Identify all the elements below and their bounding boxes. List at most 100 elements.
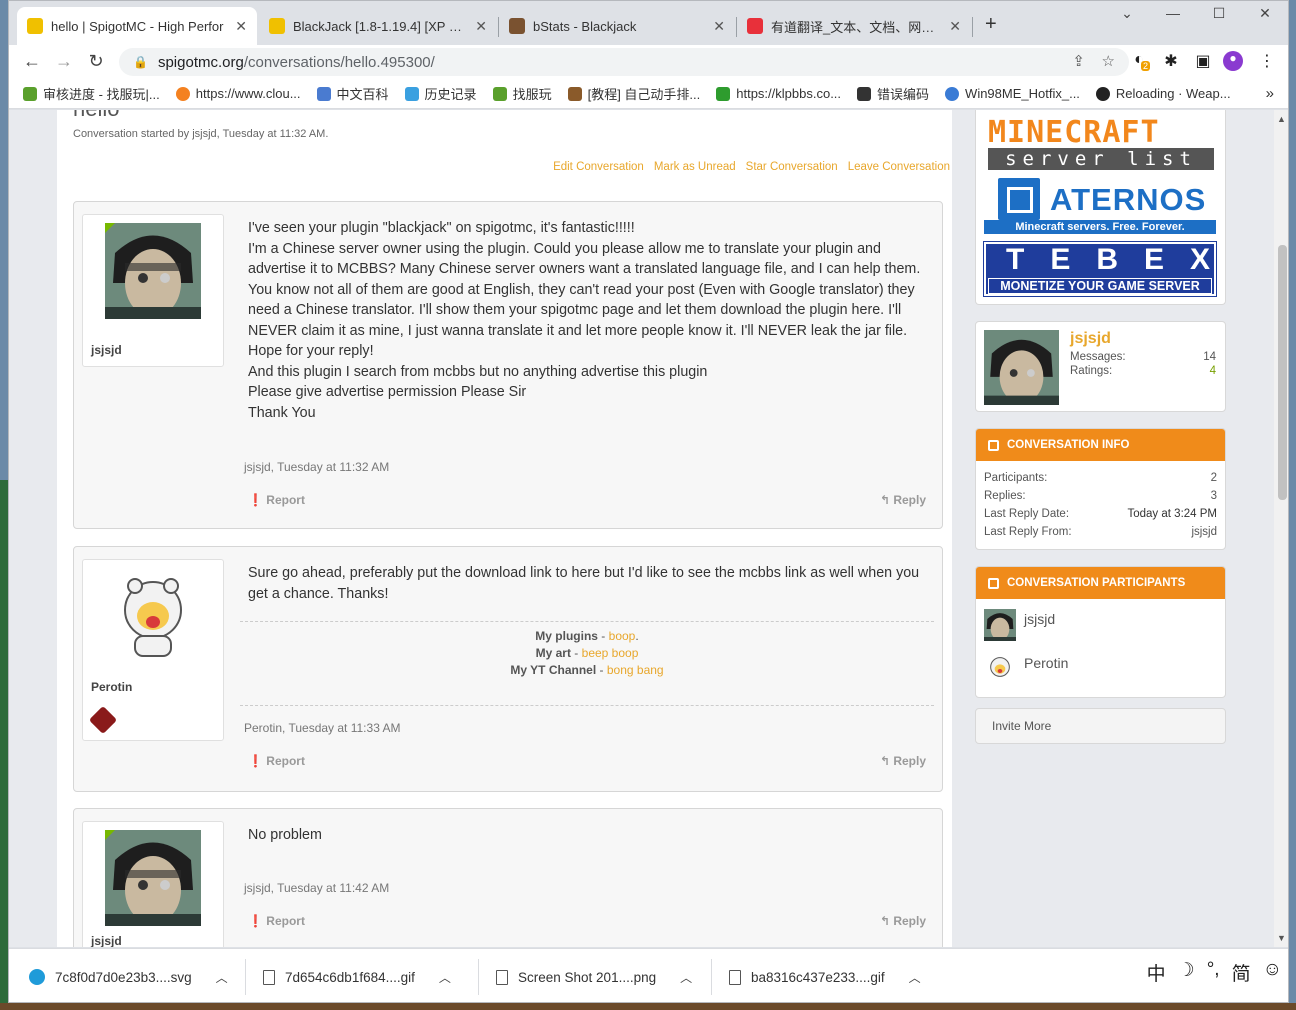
new-tab-button[interactable]: + xyxy=(985,13,997,36)
tab-search-icon[interactable]: ⌄ xyxy=(1107,5,1147,22)
reload-icon[interactable]: ↻ xyxy=(85,51,107,72)
tab-blackjack[interactable]: BlackJack [1.8-1.19.4] [XP Supp ✕ xyxy=(259,7,497,45)
participant-name[interactable]: jsjsjd xyxy=(1024,611,1055,627)
avatar[interactable] xyxy=(984,330,1059,405)
close-tab-icon[interactable]: ✕ xyxy=(475,18,487,35)
participant-item[interactable]: jsjsjd xyxy=(976,605,1225,645)
scrollbar-thumb[interactable] xyxy=(1278,245,1287,500)
reply-button[interactable]: ↰ Reply xyxy=(880,754,926,768)
report-button[interactable]: ❗ Report xyxy=(248,754,305,768)
menu-kebab-icon[interactable]: ⋮ xyxy=(1257,51,1277,71)
tab-youdao[interactable]: 有道翻译_文本、文档、网页、在 ✕ xyxy=(737,7,971,45)
bookmark-item[interactable]: 找服玩 xyxy=(492,84,552,103)
chevron-up-icon[interactable]: ︿ xyxy=(216,969,228,986)
edit-conversation-link[interactable]: Edit Conversation xyxy=(553,161,644,173)
message-date[interactable]: jsjsjd, Tuesday at 11:32 AM xyxy=(244,460,389,474)
profile-username[interactable]: jsjsjd xyxy=(1070,330,1111,348)
page-title: hello xyxy=(73,110,119,122)
minecraft-server-list-ad[interactable]: MINECRAFT xyxy=(988,118,1160,148)
warning-icon: ❗ xyxy=(248,493,263,507)
message-date[interactable]: Perotin, Tuesday at 11:33 AM xyxy=(244,721,401,735)
message-username[interactable]: jsjsjd xyxy=(91,934,122,947)
message-username[interactable]: jsjsjd xyxy=(91,343,122,357)
mark-unread-link[interactable]: Mark as Unread xyxy=(654,161,736,173)
info-value[interactable]: jsjsjd xyxy=(1191,523,1217,541)
download-item[interactable]: 7d654c6db1f684....gif ︿ xyxy=(263,949,451,1002)
extension-icon[interactable]: ◐ 2 xyxy=(1129,51,1151,71)
message-username[interactable]: Perotin xyxy=(91,680,132,694)
bookmark-item[interactable]: Reloading · Weap... xyxy=(1095,86,1231,101)
chevron-up-icon[interactable]: ︿ xyxy=(909,969,921,986)
reply-button[interactable]: ↰ Reply xyxy=(880,914,926,928)
cube-icon xyxy=(316,86,331,101)
server-list-banner[interactable]: server list xyxy=(988,148,1214,170)
signature-link[interactable]: beep boop xyxy=(582,646,639,660)
info-row: Last Reply Date: Today at 3:24 PM xyxy=(976,505,1225,523)
signature-link[interactable]: boop xyxy=(609,629,636,643)
bookmark-item[interactable]: https://www.clou... xyxy=(175,86,301,101)
close-tab-icon[interactable]: ✕ xyxy=(235,18,247,35)
minimize-button[interactable]: — xyxy=(1153,5,1193,21)
stat-value[interactable]: 14 xyxy=(1203,350,1216,364)
report-button[interactable]: ❗ Report xyxy=(248,914,305,928)
bookmark-item[interactable]: 中文百科 xyxy=(316,84,389,103)
report-button[interactable]: ❗ Report xyxy=(248,493,305,507)
ime-simplified-button[interactable]: 简 xyxy=(1232,959,1251,986)
message-line: Thank You xyxy=(248,404,316,421)
message-line: I'm a Chinese server owner using the plu… xyxy=(248,240,921,339)
participant-name[interactable]: Perotin xyxy=(1024,655,1068,671)
avatar[interactable] xyxy=(105,223,201,319)
moon-icon[interactable]: ☽ xyxy=(1178,959,1195,986)
bookmark-item[interactable]: 错误编码 xyxy=(857,84,929,103)
reply-button[interactable]: ↰ Reply xyxy=(880,493,926,507)
message-date[interactable]: jsjsjd, Tuesday at 11:42 AM xyxy=(244,881,389,895)
bookmark-item[interactable]: 审核进度 - 找服玩|... xyxy=(23,84,160,103)
bookmark-item[interactable]: Win98ME_Hotfix_... xyxy=(945,86,1080,101)
download-item[interactable]: 7c8f0d7d0e23b3....svg ︿ xyxy=(29,949,228,1002)
star-conversation-link[interactable]: Star Conversation xyxy=(746,161,838,173)
download-item[interactable]: Screen Shot 201....png ︿ xyxy=(496,949,692,1002)
back-icon[interactable]: ← xyxy=(21,51,43,72)
signature-line: My art - beep boop xyxy=(240,645,934,662)
stat-value[interactable]: 4 xyxy=(1210,364,1216,378)
signature-link[interactable]: bong bang xyxy=(607,663,664,677)
emoji-icon[interactable]: ☺ xyxy=(1263,959,1282,986)
bookmark-star-icon[interactable]: ☆ xyxy=(1102,52,1115,70)
leave-conversation-link[interactable]: Leave Conversation xyxy=(848,161,950,173)
chevron-up-icon[interactable]: ︿ xyxy=(439,969,451,986)
close-window-button[interactable]: ✕ xyxy=(1245,5,1285,22)
tab-bstats[interactable]: bStats - Blackjack ✕ xyxy=(499,7,735,45)
bookmarks-overflow-button[interactable]: » xyxy=(1266,85,1274,102)
sidebar-ads: MINECRAFT server list ATERNOS Minecraft … xyxy=(975,110,1226,305)
conversation-info-block: CONVERSATION INFO Participants: 2 Replies… xyxy=(975,428,1226,550)
side-panel-icon[interactable]: ▣ xyxy=(1193,51,1213,71)
tab-spigot-hello[interactable]: hello | SpigotMC - High Perfor ✕ xyxy=(17,7,257,45)
maximize-button[interactable]: ☐ xyxy=(1199,5,1239,22)
punctuation-icon[interactable]: °, xyxy=(1207,959,1220,986)
avatar[interactable] xyxy=(105,568,201,664)
forward-icon[interactable]: → xyxy=(53,51,75,72)
puzzle-extensions-icon[interactable]: ✱ xyxy=(1161,51,1181,71)
download-item[interactable]: ba8316c437e233....gif ︿ xyxy=(729,949,921,1002)
tebex-ad[interactable]: TEBEX MONETIZE YOUR GAME SERVER xyxy=(983,241,1217,297)
reply-label: Reply xyxy=(893,493,926,507)
lock-icon[interactable]: 🔒 xyxy=(133,55,148,69)
avatar[interactable] xyxy=(105,830,201,926)
close-tab-icon[interactable]: ✕ xyxy=(949,18,961,35)
participant-item[interactable]: Perotin xyxy=(976,645,1225,689)
aternos-ad[interactable]: ATERNOS Minecraft servers. Free. Forever… xyxy=(984,176,1216,238)
address-bar[interactable]: 🔒 spigotmc.org/conversations/hello.49530… xyxy=(119,48,1129,76)
chevron-up-icon[interactable]: ︿ xyxy=(680,969,692,986)
bookmark-item[interactable]: 历史记录 xyxy=(404,84,477,103)
scroll-down-icon[interactable]: ▼ xyxy=(1277,933,1286,943)
profile-avatar-icon[interactable]: ● xyxy=(1223,51,1243,71)
online-indicator xyxy=(105,223,115,233)
bookmark-item[interactable]: [教程] 自己动手排... xyxy=(567,84,700,103)
close-tab-icon[interactable]: ✕ xyxy=(713,18,725,35)
invite-more-button[interactable]: Invite More xyxy=(975,708,1226,744)
share-icon[interactable]: ⇪ xyxy=(1072,52,1085,70)
scroll-up-icon[interactable]: ▲ xyxy=(1277,114,1286,124)
ime-language-button[interactable]: 中 xyxy=(1147,959,1166,986)
page-scrollbar[interactable]: ▲ ▼ xyxy=(1274,110,1288,947)
bookmark-item[interactable]: https://klpbbs.co... xyxy=(716,86,841,101)
